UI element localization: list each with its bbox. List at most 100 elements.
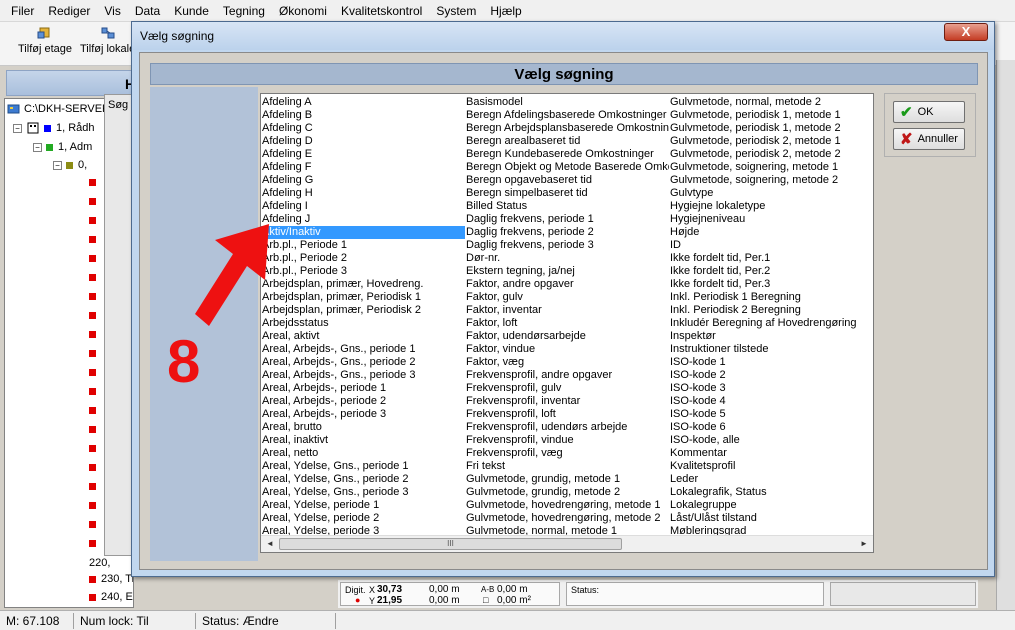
list-item[interactable]: Areal, Arbejds-, periode 3 <box>261 408 465 421</box>
tree-room-row[interactable] <box>89 236 101 243</box>
list-item[interactable]: Afdeling B <box>261 109 465 122</box>
list-item[interactable]: Gulvmetode, soignering, metode 1 <box>669 161 873 174</box>
list-item[interactable]: Beregn simpelbaseret tid <box>465 187 669 200</box>
tree-room-row[interactable] <box>89 464 101 471</box>
list-item[interactable]: Højde <box>669 226 873 239</box>
menu-item[interactable]: Kunde <box>167 4 216 18</box>
tree-room-row[interactable] <box>89 521 101 528</box>
tree-room-row[interactable] <box>89 445 101 452</box>
list-item[interactable]: Areal, Ydelse, Gns., periode 2 <box>261 473 465 486</box>
menu-item[interactable]: Data <box>128 4 167 18</box>
tree-room-240[interactable]: 240, Elevator <box>89 591 133 603</box>
menu-item[interactable]: Kvalitetskontrol <box>334 4 429 18</box>
collapse-icon[interactable]: − <box>13 123 22 133</box>
horizontal-scrollbar[interactable]: ◄ III ► <box>261 535 873 552</box>
list-item[interactable]: Frekvensprofil, udendørs arbejde <box>465 421 669 434</box>
list-item[interactable]: Instruktioner tilstede <box>669 343 873 356</box>
list-item[interactable]: Areal, Ydelse, periode 2 <box>261 512 465 525</box>
list-item[interactable]: Faktor, udendørsarbejde <box>465 330 669 343</box>
bottom-scrollbar[interactable] <box>830 582 976 606</box>
list-item[interactable]: Faktor, vindue <box>465 343 669 356</box>
ok-button[interactable]: ✔ OK <box>893 101 965 123</box>
tree-room-row[interactable] <box>89 502 101 509</box>
list-item[interactable]: Basismodel <box>465 96 669 109</box>
list-item[interactable]: Afdeling H <box>261 187 465 200</box>
list-item[interactable]: Gulvmetode, periodisk 1, metode 1 <box>669 109 873 122</box>
list-item[interactable]: Fri tekst <box>465 460 669 473</box>
list-item[interactable]: Daglig frekvens, periode 2 <box>465 226 669 239</box>
list-item[interactable]: Kommentar <box>669 447 873 460</box>
cancel-button[interactable]: ✘ Annuller <box>893 128 965 150</box>
tree-node-2[interactable]: − 1, Adm <box>33 141 92 153</box>
list-item[interactable]: Inkl. Periodisk 2 Beregning <box>669 304 873 317</box>
list-item[interactable]: ISO-kode 4 <box>669 395 873 408</box>
tree-room-row[interactable] <box>89 198 101 205</box>
list-item[interactable]: Afdeling G <box>261 174 465 187</box>
list-item[interactable]: ISO-kode 2 <box>669 369 873 382</box>
list-item[interactable]: Gulvmetode, hovedrengøring, metode 2 <box>465 512 669 525</box>
list-item[interactable]: Dør-nr. <box>465 252 669 265</box>
tree-room-row[interactable] <box>89 388 101 395</box>
tree-room-row[interactable] <box>89 312 101 319</box>
search-field-list[interactable]: Afdeling A Afdeling B Afdeling C Afdeling D… <box>260 93 874 553</box>
scroll-left-icon[interactable]: ◄ <box>262 537 278 551</box>
list-item[interactable]: Areal, Arbejds-, Gns., periode 1 <box>261 343 465 356</box>
list-item[interactable]: ISO-kode 6 <box>669 421 873 434</box>
list-item[interactable]: Arb.pl., Periode 3 <box>261 265 465 278</box>
list-item[interactable]: Afdeling J <box>261 213 465 226</box>
list-item[interactable]: Frekvensprofil, andre opgaver <box>465 369 669 382</box>
list-item[interactable]: Daglig frekvens, periode 3 <box>465 239 669 252</box>
list-item[interactable]: ID <box>669 239 873 252</box>
list-item[interactable]: Areal, Arbejds-, periode 2 <box>261 395 465 408</box>
list-item[interactable]: Frekvensprofil, loft <box>465 408 669 421</box>
list-item[interactable]: Lokalegruppe <box>669 499 873 512</box>
add-room-button[interactable]: Tilføj lokale <box>80 26 135 55</box>
list-item[interactable]: Areal, Ydelse, Gns., periode 1 <box>261 460 465 473</box>
add-floor-button[interactable]: Tilføj etage <box>18 26 72 55</box>
list-item[interactable]: Areal, Arbejds-, Gns., periode 3 <box>261 369 465 382</box>
list-item[interactable]: Afdeling D <box>261 135 465 148</box>
list-item[interactable]: Afdeling C <box>261 122 465 135</box>
list-item[interactable]: Gulvmetode, grundig, metode 2 <box>465 486 669 499</box>
list-item[interactable]: ISO-kode 3 <box>669 382 873 395</box>
list-item[interactable]: Gulvmetode, soignering, metode 2 <box>669 174 873 187</box>
tree-room-row[interactable] <box>89 217 101 224</box>
menu-item[interactable]: Hjælp <box>483 4 528 18</box>
menu-item[interactable]: Tegning <box>216 4 272 18</box>
tree-room-row[interactable] <box>89 255 101 262</box>
tree-room-row[interactable] <box>89 483 101 490</box>
tree-node-1[interactable]: − 1, Rådh <box>13 122 95 134</box>
tree-room-row[interactable] <box>89 369 101 376</box>
list-item[interactable]: Leder <box>669 473 873 486</box>
list-item[interactable]: Afdeling A <box>261 96 465 109</box>
list-item[interactable]: Arb.pl., Periode 1 <box>261 239 465 252</box>
tree-room-230[interactable]: 230, Trappe <box>89 573 133 585</box>
list-item[interactable]: Ekstern tegning, ja/nej <box>465 265 669 278</box>
list-item[interactable]: Inspektør <box>669 330 873 343</box>
list-item[interactable]: Gulvmetode, hovedrengøring, metode 1 <box>465 499 669 512</box>
list-item[interactable]: Faktor, loft <box>465 317 669 330</box>
list-item[interactable]: Lokalegrafik, Status <box>669 486 873 499</box>
list-item[interactable]: Låst/Ulåst tilstand <box>669 512 873 525</box>
list-item[interactable]: Arbejdsplan, primær, Periodisk 2 <box>261 304 465 317</box>
list-item[interactable]: Gulvmetode, grundig, metode 1 <box>465 473 669 486</box>
list-item[interactable]: Afdeling E <box>261 148 465 161</box>
list-item[interactable]: Inkludér Beregning af Hovedrengøring <box>669 317 873 330</box>
collapse-icon[interactable]: − <box>33 142 42 152</box>
tree-room-220[interactable]: 220, <box>89 557 110 569</box>
list-item[interactable]: Faktor, væg <box>465 356 669 369</box>
list-item[interactable]: Arb.pl., Periode 2 <box>261 252 465 265</box>
list-item[interactable]: Frekvensprofil, inventar <box>465 395 669 408</box>
collapse-icon[interactable]: − <box>53 160 62 170</box>
list-item[interactable]: Frekvensprofil, vindue <box>465 434 669 447</box>
list-item[interactable]: Hygiejne lokaletype <box>669 200 873 213</box>
list-item[interactable]: Frekvensprofil, gulv <box>465 382 669 395</box>
list-item[interactable]: Beregn Arbejdsplansbaserede Omkostninger <box>465 122 669 135</box>
list-item[interactable]: Areal, Ydelse, Gns., periode 3 <box>261 486 465 499</box>
tree-room-row[interactable] <box>89 293 101 300</box>
list-item[interactable]: Beregn Kundebaserede Omkostninger <box>465 148 669 161</box>
scroll-thumb[interactable]: III <box>279 538 622 550</box>
list-item[interactable]: Faktor, inventar <box>465 304 669 317</box>
scroll-right-icon[interactable]: ► <box>856 537 872 551</box>
list-item[interactable]: Gulvmetode, periodisk 2, metode 2 <box>669 148 873 161</box>
